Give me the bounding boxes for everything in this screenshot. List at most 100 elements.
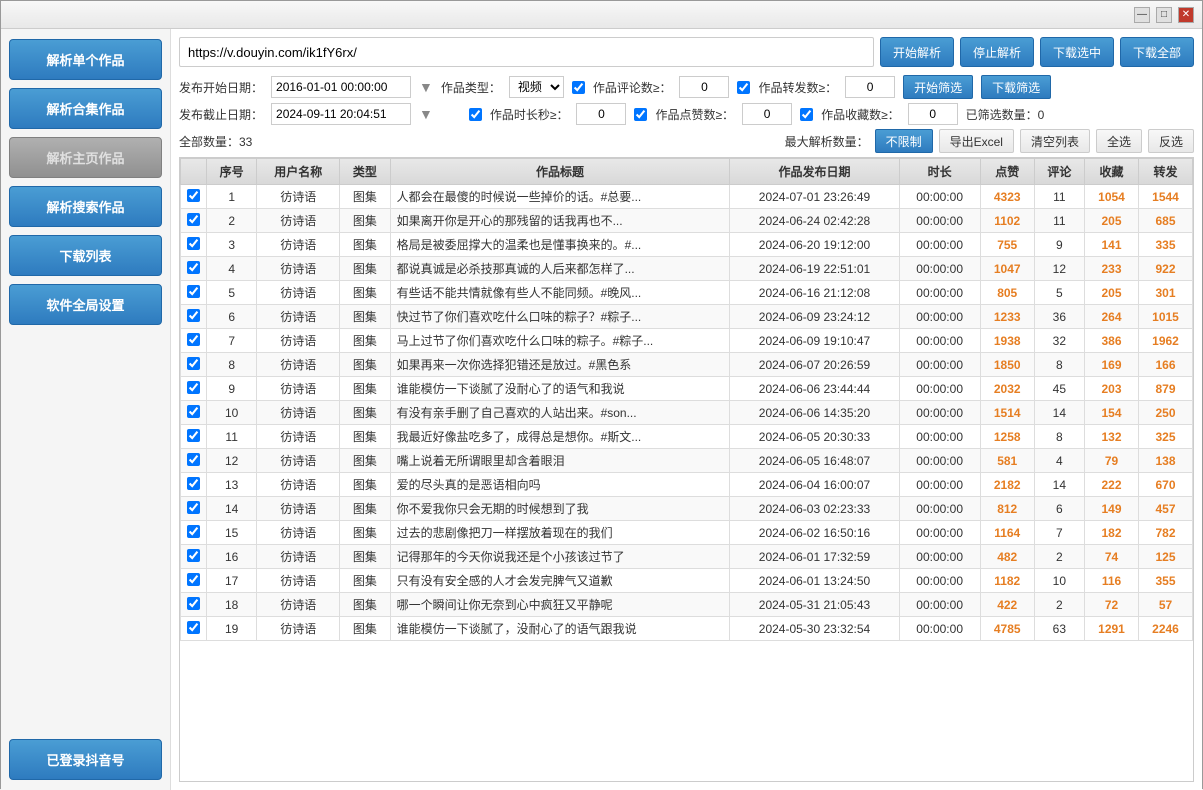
table-row: 13 彷诗语 图集 爱的尽头真的是恶语相向吗 2024-06-04 16:00:… (181, 473, 1193, 497)
row-checkbox-cell[interactable] (181, 257, 207, 281)
download-list-button[interactable]: 下载列表 (9, 235, 162, 276)
table-row: 8 彷诗语 图集 如果再来一次你选择犯错还是放过。#黑色系 2024-06-07… (181, 353, 1193, 377)
row-checkbox-cell[interactable] (181, 185, 207, 209)
row-checkbox[interactable] (187, 381, 200, 394)
row-checkbox-cell[interactable] (181, 449, 207, 473)
maximize-button[interactable]: □ (1156, 7, 1172, 23)
row-checkbox[interactable] (187, 525, 200, 538)
row-checkbox[interactable] (187, 405, 200, 418)
invert-select-button[interactable]: 反选 (1148, 129, 1194, 153)
comment-input[interactable] (679, 76, 729, 98)
row-checkbox-cell[interactable] (181, 425, 207, 449)
end-date-picker-icon[interactable]: ▼ (419, 106, 433, 122)
row-checkbox[interactable] (187, 597, 200, 610)
collect-checkbox[interactable] (800, 108, 813, 121)
start-parse-button[interactable]: 开始解析 (880, 37, 954, 67)
row-checkbox[interactable] (187, 621, 200, 634)
global-settings-button[interactable]: 软件全局设置 (9, 284, 162, 325)
like-input[interactable] (742, 103, 792, 125)
row-checkbox-cell[interactable] (181, 305, 207, 329)
parse-collection-button[interactable]: 解析合集作品 (9, 88, 162, 129)
end-date-input[interactable] (271, 103, 411, 125)
download-selected-button[interactable]: 下载选中 (1040, 37, 1114, 67)
row-title: 爱的尽头真的是恶语相向吗 (390, 473, 730, 497)
row-checkbox[interactable] (187, 357, 200, 370)
type-label: 作品类型： (441, 79, 501, 96)
select-all-button[interactable]: 全选 (1096, 129, 1142, 153)
row-checkbox[interactable] (187, 309, 200, 322)
row-type: 图集 (340, 185, 390, 209)
row-user: 彷诗语 (257, 425, 340, 449)
row-checkbox[interactable] (187, 501, 200, 514)
like-checkbox[interactable] (634, 108, 647, 121)
row-checkbox[interactable] (187, 333, 200, 346)
row-checkbox[interactable] (187, 549, 200, 562)
start-date-input[interactable] (271, 76, 411, 98)
row-checkbox-cell[interactable] (181, 401, 207, 425)
start-date-picker-icon[interactable]: ▼ (419, 79, 433, 95)
row-checkbox-cell[interactable] (181, 545, 207, 569)
row-collects: 203 (1085, 377, 1139, 401)
row-title: 只有没有安全感的人才会发完脾气又道歉 (390, 569, 730, 593)
clear-list-button[interactable]: 清空列表 (1020, 129, 1090, 153)
close-button[interactable]: ✕ (1178, 7, 1194, 23)
row-checkbox[interactable] (187, 213, 200, 226)
row-date: 2024-05-30 23:32:54 (730, 617, 899, 641)
type-select[interactable]: 视频图集全部 (509, 76, 564, 98)
max-parse-button[interactable]: 不限制 (875, 129, 933, 153)
collect-input[interactable] (908, 103, 958, 125)
duration-checkbox[interactable] (469, 108, 482, 121)
row-comments: 8 (1034, 425, 1084, 449)
row-id: 8 (207, 353, 257, 377)
row-checkbox-cell[interactable] (181, 329, 207, 353)
row-checkbox-cell[interactable] (181, 281, 207, 305)
row-duration: 00:00:00 (899, 521, 980, 545)
row-checkbox[interactable] (187, 453, 200, 466)
row-checkbox[interactable] (187, 237, 200, 250)
row-checkbox-cell[interactable] (181, 617, 207, 641)
download-all-button[interactable]: 下载全部 (1120, 37, 1194, 67)
row-likes: 1182 (980, 569, 1034, 593)
row-checkbox-cell[interactable] (181, 233, 207, 257)
row-checkbox-cell[interactable] (181, 377, 207, 401)
row-checkbox[interactable] (187, 285, 200, 298)
row-checkbox[interactable] (187, 261, 200, 274)
table-row: 10 彷诗语 图集 有没有亲手删了自己喜欢的人站出来。#son... 2024-… (181, 401, 1193, 425)
row-checkbox-cell[interactable] (181, 569, 207, 593)
row-checkbox[interactable] (187, 477, 200, 490)
header-user: 用户名称 (257, 159, 340, 185)
main-content: 开始解析 停止解析 下载选中 下载全部 发布开始日期： ▼ 作品类型： 视频图集… (171, 29, 1202, 790)
share-checkbox[interactable] (737, 81, 750, 94)
row-checkbox-cell[interactable] (181, 497, 207, 521)
row-checkbox[interactable] (187, 573, 200, 586)
row-checkbox[interactable] (187, 429, 200, 442)
row-type: 图集 (340, 593, 390, 617)
export-excel-button[interactable]: 导出Excel (939, 129, 1014, 153)
row-checkbox-cell[interactable] (181, 209, 207, 233)
minimize-button[interactable]: — (1134, 7, 1150, 23)
row-title: 你不爱我你只会无期的时候想到了我 (390, 497, 730, 521)
parse-homepage-button[interactable]: 解析主页作品 (9, 137, 162, 178)
row-comments: 9 (1034, 233, 1084, 257)
row-shares: 325 (1138, 425, 1192, 449)
row-user: 彷诗语 (257, 521, 340, 545)
row-checkbox-cell[interactable] (181, 593, 207, 617)
row-checkbox-cell[interactable] (181, 521, 207, 545)
stop-parse-button[interactable]: 停止解析 (960, 37, 1034, 67)
row-duration: 00:00:00 (899, 209, 980, 233)
row-duration: 00:00:00 (899, 425, 980, 449)
row-checkbox-cell[interactable] (181, 353, 207, 377)
duration-input[interactable] (576, 103, 626, 125)
comment-checkbox[interactable] (572, 81, 585, 94)
row-checkbox-cell[interactable] (181, 473, 207, 497)
row-likes: 581 (980, 449, 1034, 473)
parse-single-button[interactable]: 解析单个作品 (9, 39, 162, 80)
row-user: 彷诗语 (257, 257, 340, 281)
start-filter-button[interactable]: 开始筛选 (903, 75, 973, 99)
share-input[interactable] (845, 76, 895, 98)
parse-search-button[interactable]: 解析搜索作品 (9, 186, 162, 227)
row-id: 1 (207, 185, 257, 209)
download-filter-button[interactable]: 下载筛选 (981, 75, 1051, 99)
url-input[interactable] (179, 37, 874, 67)
row-checkbox[interactable] (187, 189, 200, 202)
